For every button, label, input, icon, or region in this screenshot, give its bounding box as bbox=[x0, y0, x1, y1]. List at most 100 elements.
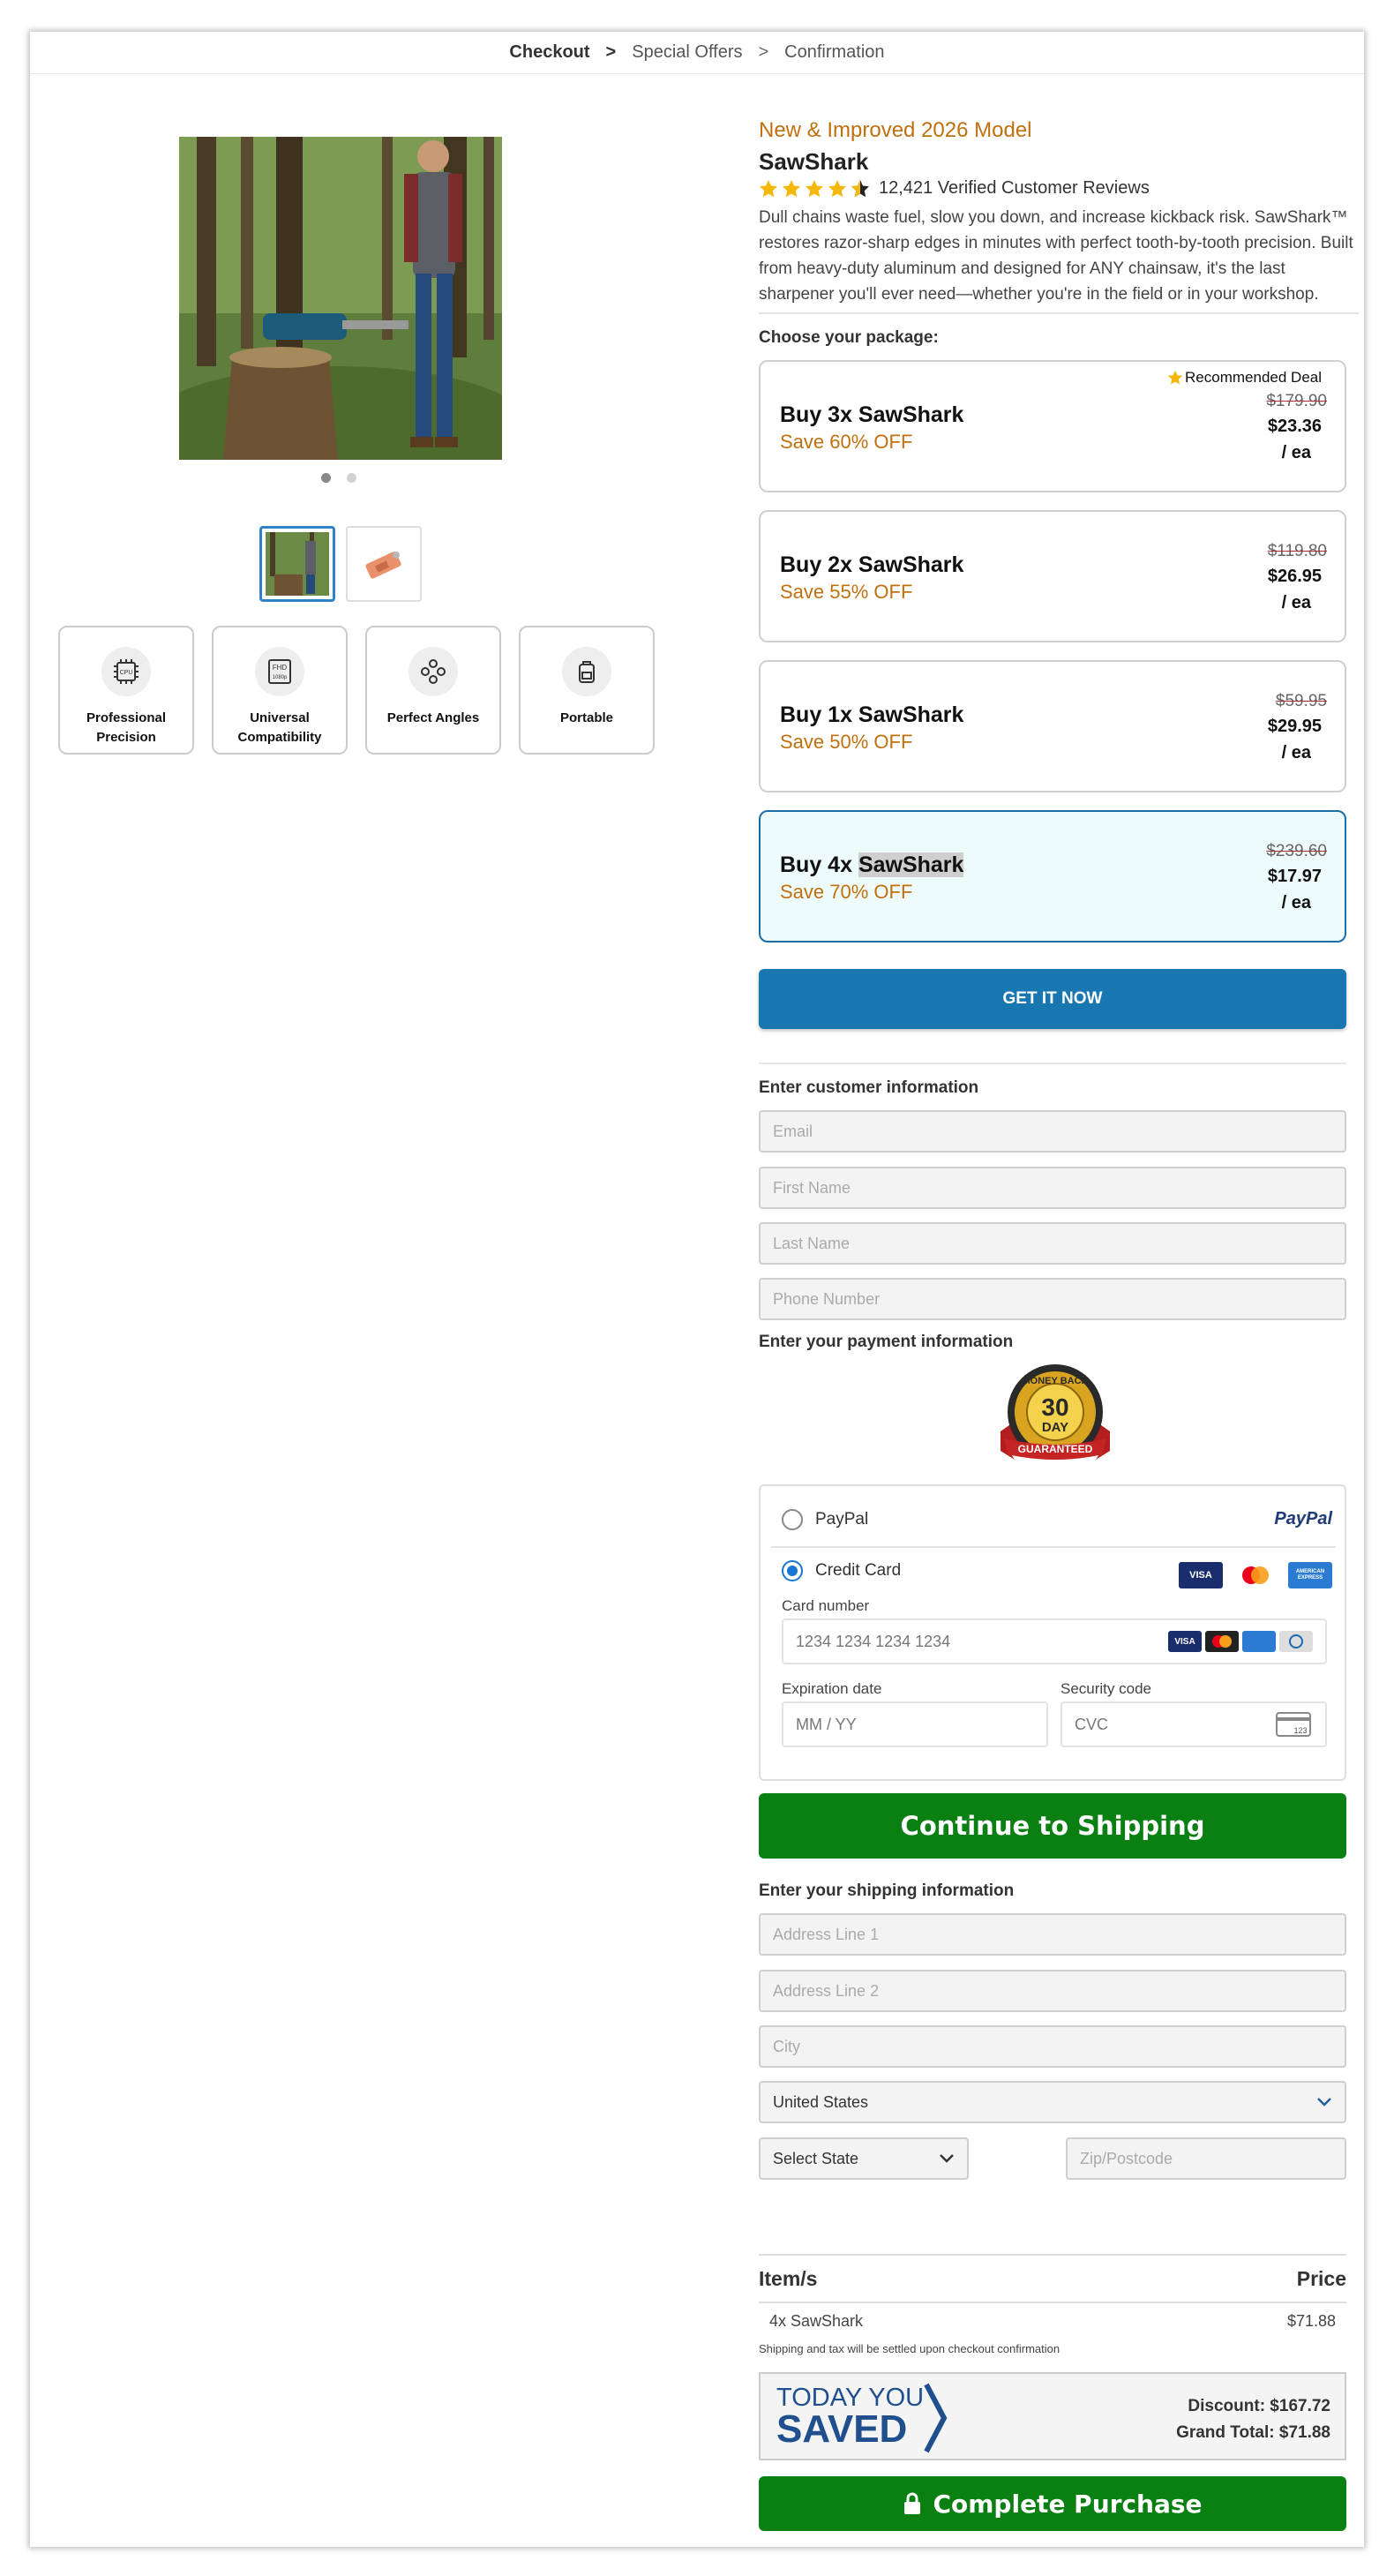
package-option-1x[interactable]: Buy 1x SawShark Save 50% OFF $59.95 $29.… bbox=[759, 660, 1346, 792]
savings-totals: Discount: $167.72 Grand Total: $71.88 bbox=[1176, 2393, 1330, 2446]
first-name-field[interactable]: First Name bbox=[759, 1167, 1346, 1209]
thumbnail-strip bbox=[259, 526, 422, 602]
mastercard-icon bbox=[1205, 1631, 1239, 1652]
package-title-prefix: Buy 4x bbox=[780, 852, 852, 877]
address-line-1-field[interactable]: Address Line 1 bbox=[759, 1913, 1346, 1956]
email-field[interactable]: Email bbox=[759, 1110, 1346, 1153]
divider bbox=[759, 1063, 1346, 1064]
zip-postcode-field[interactable]: Zip/Postcode bbox=[1066, 2137, 1346, 2180]
feature-label: Portable bbox=[559, 710, 613, 725]
expiration-placeholder: MM / YY bbox=[796, 1715, 857, 1733]
amex-icon: AMERICAN EXPRESS bbox=[1288, 1562, 1332, 1588]
package-unit: / ea bbox=[1281, 593, 1311, 612]
cvc-card-icon: 123 bbox=[1276, 1712, 1311, 1741]
package-unit: / ea bbox=[1281, 893, 1311, 912]
order-summary-header: Item/s Price bbox=[759, 2254, 1346, 2303]
mastercard-icon bbox=[1233, 1562, 1278, 1588]
review-count[interactable]: 12,421 Verified Customer Reviews bbox=[879, 178, 1150, 199]
carousel-dot[interactable] bbox=[347, 473, 356, 483]
svg-text:CPU: CPU bbox=[120, 670, 133, 676]
guarantee-bottom-text: GUARANTEED bbox=[1018, 1443, 1093, 1455]
credit-card-label: Credit Card bbox=[815, 1561, 902, 1580]
feature-card: Perfect Angles bbox=[365, 626, 501, 755]
package-unit: / ea bbox=[1281, 743, 1311, 762]
guarantee-day: DAY bbox=[1042, 1420, 1068, 1435]
country-value: United States bbox=[773, 2092, 869, 2111]
savings-summary-box: TODAY YOU SAVED Discount: $167.72 Grand … bbox=[759, 2372, 1346, 2460]
product-description: Dull chains waste fuel, slow you down, a… bbox=[759, 205, 1359, 314]
card-brand-icons: VISA AMERICAN EXPRESS bbox=[1179, 1562, 1332, 1588]
package-option-4x[interactable]: Buy 4x SawShark Save 70% OFF $239.60 $17… bbox=[759, 810, 1346, 943]
lock-icon bbox=[904, 2492, 921, 2514]
visa-icon: VISA bbox=[1179, 1562, 1223, 1588]
package-save: Save 55% OFF bbox=[780, 581, 913, 603]
phone-field[interactable]: Phone Number bbox=[759, 1278, 1346, 1320]
last-name-field[interactable]: Last Name bbox=[759, 1222, 1346, 1265]
shipping-info-heading: Enter your shipping information bbox=[759, 1881, 1015, 1900]
expiration-input[interactable]: MM / YY bbox=[782, 1701, 1048, 1747]
address-line-2-field[interactable]: Address Line 2 bbox=[759, 1970, 1346, 2012]
package-title: Buy 2x SawShark bbox=[780, 552, 964, 577]
fhd-1080p-icon: FHD 1080p bbox=[255, 647, 304, 696]
package-option-2x[interactable]: Buy 2x SawShark Save 55% OFF $119.80 $26… bbox=[759, 510, 1346, 642]
breadcrumb: Checkout > Special Offers > Confirmation bbox=[30, 32, 1364, 74]
customer-info-heading: Enter customer information bbox=[759, 1078, 979, 1097]
star-rating-icon bbox=[759, 179, 873, 199]
visa-icon: VISA bbox=[1168, 1631, 1202, 1652]
credit-card-option[interactable]: Credit Card bbox=[782, 1560, 901, 1581]
package-old-price: $239.60 bbox=[1266, 842, 1327, 860]
paypal-option[interactable]: PayPal bbox=[782, 1509, 868, 1530]
get-it-now-button[interactable]: GET IT NOW bbox=[759, 969, 1346, 1029]
chevron-down-icon bbox=[1317, 2098, 1331, 2107]
money-back-guarantee-seal: MONEY BACK 30 DAY GUARANTEED bbox=[995, 1363, 1115, 1474]
continue-to-shipping-button[interactable]: Continue to Shipping bbox=[759, 1793, 1346, 1859]
expiration-label: Expiration date bbox=[782, 1680, 882, 1697]
package-option-3x[interactable]: Recommended Deal Buy 3x SawShark Save 60… bbox=[759, 360, 1346, 492]
chevron-down-icon bbox=[940, 2154, 954, 2163]
state-value: Select State bbox=[773, 2149, 859, 2167]
items-column-header: Item/s bbox=[759, 2266, 818, 2290]
thumbnail-sharpener[interactable] bbox=[346, 526, 422, 602]
amex-icon bbox=[1242, 1631, 1276, 1652]
package-title: Buy 4x SawShark bbox=[780, 852, 964, 878]
country-select[interactable]: United States bbox=[759, 2081, 1346, 2123]
card-number-label: Card number bbox=[782, 1597, 870, 1614]
package-save: Save 50% OFF bbox=[780, 731, 913, 753]
grand-total-value: Grand Total: $71.88 bbox=[1176, 2423, 1330, 2442]
cvc-icon-text: 123 bbox=[1293, 1726, 1307, 1735]
guarantee-number: 30 bbox=[1041, 1393, 1068, 1421]
breadcrumb-separator: > bbox=[605, 42, 617, 62]
credit-card-radio[interactable] bbox=[782, 1560, 803, 1581]
product-hero-image[interactable] bbox=[179, 137, 502, 460]
star-icon bbox=[1167, 370, 1183, 385]
guarantee-top-text: MONEY BACK bbox=[1023, 1376, 1089, 1386]
carousel-dot[interactable] bbox=[321, 473, 331, 483]
feature-card: Portable bbox=[519, 626, 655, 755]
diners-icon bbox=[1279, 1631, 1313, 1652]
recommended-label: Recommended Deal bbox=[1185, 369, 1322, 386]
discount-value: Discount: $167.72 bbox=[1188, 2397, 1330, 2415]
paypal-logo-icon: PayPal bbox=[1274, 1509, 1332, 1528]
rating-row: 12,421 Verified Customer Reviews bbox=[759, 178, 1346, 199]
package-old-price: $179.90 bbox=[1266, 392, 1327, 410]
breadcrumb-special-offers[interactable]: Special Offers bbox=[632, 42, 742, 63]
thumbnail-forest[interactable] bbox=[259, 526, 335, 602]
package-price: $23.36 bbox=[1267, 417, 1322, 436]
breadcrumb-confirmation[interactable]: Confirmation bbox=[784, 42, 884, 63]
complete-purchase-button[interactable]: Complete Purchase bbox=[759, 2476, 1346, 2531]
feature-label: Professional Precision bbox=[86, 710, 167, 745]
payment-methods-box: PayPal PayPal Credit Card VISA AMERICAN … bbox=[759, 1484, 1346, 1781]
nodes-icon bbox=[408, 647, 458, 696]
paypal-radio[interactable] bbox=[782, 1509, 803, 1530]
breadcrumb-checkout[interactable]: Checkout bbox=[509, 42, 589, 63]
state-select[interactable]: Select State bbox=[759, 2137, 969, 2180]
package-title: Buy 3x SawShark bbox=[780, 402, 964, 427]
checkout-page: Checkout > Special Offers > Confirmation bbox=[30, 32, 1364, 2547]
city-field[interactable]: City bbox=[759, 2025, 1346, 2068]
package-price: $17.97 bbox=[1267, 867, 1322, 886]
feature-grid: CPU Professional Precision FHD 1080p Univ… bbox=[58, 626, 655, 755]
package-title-highlight: SawShark bbox=[858, 852, 964, 877]
complete-purchase-label: Complete Purchase bbox=[933, 2489, 1203, 2519]
payment-info-heading: Enter your payment information bbox=[759, 1333, 1014, 1351]
package-price: $26.95 bbox=[1267, 567, 1322, 586]
